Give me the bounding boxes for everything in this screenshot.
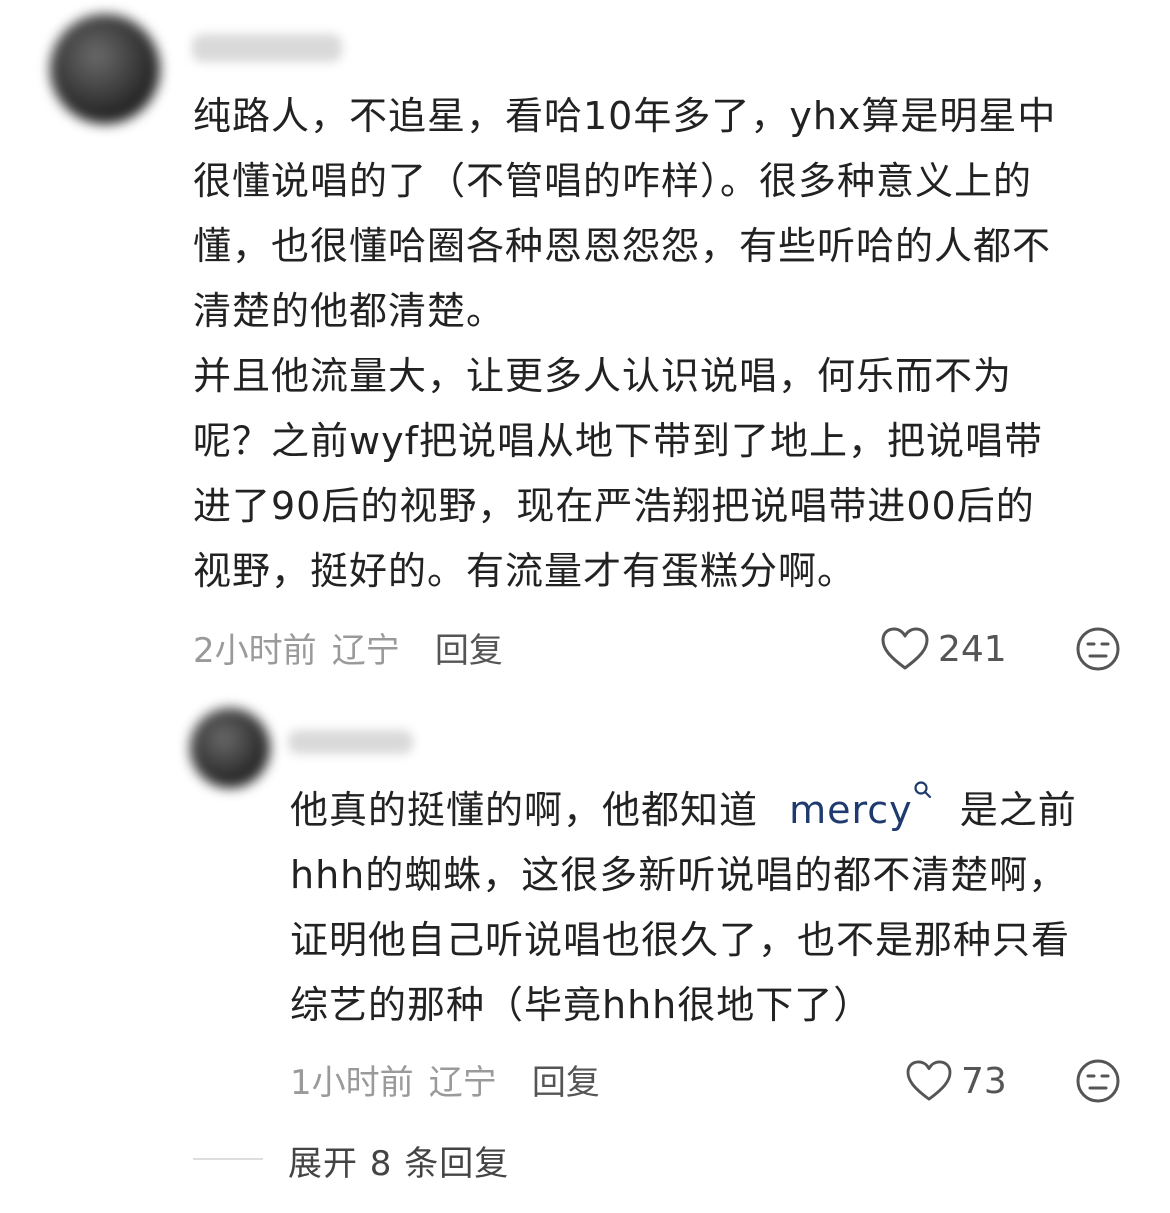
reply-line-text: 他真的挺懂的啊，他都知道 — [290, 788, 759, 832]
username-blurred[interactable] — [192, 34, 342, 62]
reply-like-count: 73 — [961, 1060, 1007, 1102]
reply-reply-button[interactable]: 回复 — [532, 1063, 600, 1103]
reply-location: 辽宁 — [428, 1063, 497, 1103]
reply-avatar[interactable] — [190, 708, 270, 788]
reply-like-button[interactable]: 73 — [905, 1056, 1007, 1106]
mention-text: mercy — [789, 788, 913, 832]
comment-line: 很懂说唱的了（不管唱的咋样）。很多种意义上的 — [193, 159, 1033, 203]
heart-outline-icon — [905, 1060, 953, 1102]
comment-meta: 2小时前 辽宁 回复 — [193, 623, 503, 671]
comment-line: 并且他流量大，让更多人认识说唱，何乐而不为 — [193, 354, 1013, 398]
comment-body: 纯路人，不追星，看哈10年多了，yhx算是明星中 很懂说唱的了（不管唱的咋样）。… — [193, 84, 1133, 604]
comment-line: 清楚的他都清楚。 — [193, 289, 506, 333]
mention-link[interactable]: mercy — [789, 781, 946, 832]
like-button[interactable]: 241 — [880, 624, 1007, 674]
comment-time: 2小时前 — [193, 631, 317, 671]
meh-face-icon[interactable] — [1075, 626, 1121, 672]
comment-line: 纯路人，不追星，看哈10年多了，yhx算是明星中 — [193, 94, 1057, 138]
expand-replies-button[interactable]: 展开 8 条回复 — [288, 1136, 509, 1185]
meh-face-icon[interactable] — [1075, 1058, 1121, 1104]
comment-line: 进了90后的视野，现在严浩翔把说唱带进00后的 — [193, 484, 1035, 528]
reply-button[interactable]: 回复 — [435, 631, 503, 671]
reply-line: 证明他自己听说唱也很久了，也不是那种只看 — [290, 918, 1071, 962]
reply-line: hhh的蜘蛛，这很多新听说唱的都不清楚啊， — [290, 853, 1068, 897]
like-count: 241 — [938, 628, 1007, 670]
reply-body: 他真的挺懂的啊，他都知道 mercy 是之前 hhh的蜘蛛，这很多新听说唱的都不… — [290, 778, 1140, 1038]
reply-meta: 1小时前 辽宁 回复 — [290, 1055, 600, 1103]
comment-line: 视野，挺好的。有流量才有蛋糕分啊。 — [193, 549, 857, 593]
heart-outline-icon — [880, 627, 930, 671]
comment-line: 呢？之前wyf把说唱从地下带到了地上，把说唱带 — [193, 419, 1043, 463]
comment-location: 辽宁 — [331, 631, 400, 671]
reply-line: 综艺的那种（毕竟hhh很地下了） — [290, 983, 873, 1027]
comment-line: 懂，也很懂哈圈各种恩恩怨怨，有些听哈的人都不 — [193, 224, 1052, 268]
reply-time: 1小时前 — [290, 1063, 414, 1103]
avatar[interactable] — [50, 14, 160, 124]
reply-username-blurred[interactable] — [288, 730, 413, 754]
expand-divider — [193, 1158, 263, 1160]
search-icon — [913, 780, 933, 802]
reply-line-text: 是之前 — [959, 788, 1077, 832]
reply-line: 他真的挺懂的啊，他都知道 mercy 是之前 — [290, 778, 1140, 843]
